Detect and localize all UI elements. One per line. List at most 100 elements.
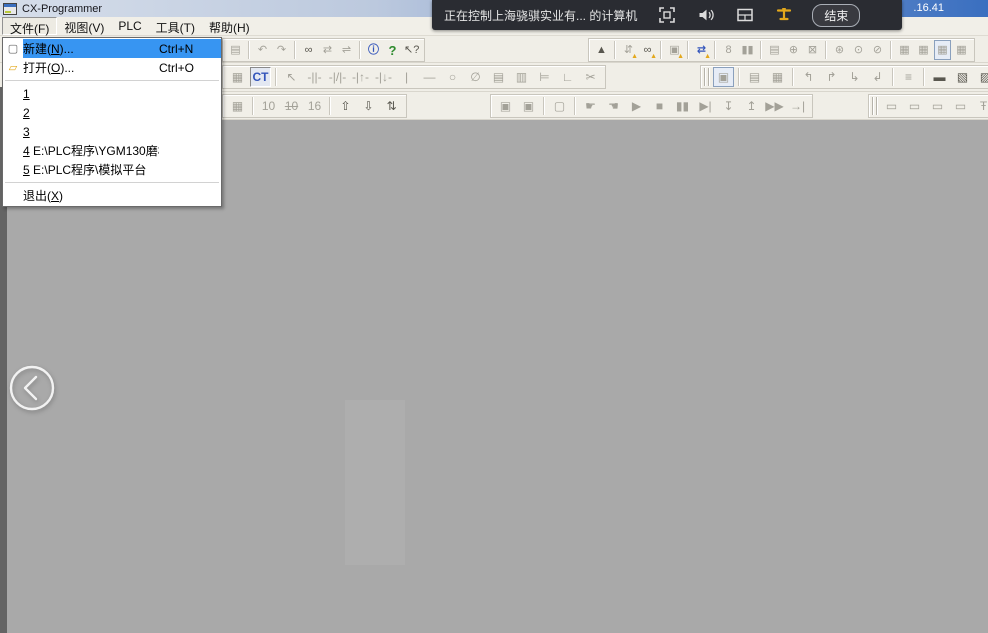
send-changes-icon[interactable]: ⊙ <box>850 40 867 60</box>
watch-window-icon[interactable]: ▬ <box>929 67 950 87</box>
menu-item-new[interactable]: ▢新建(N)...Ctrl+N <box>3 39 221 58</box>
io-rack3-icon[interactable]: ▦ <box>934 40 951 60</box>
window-cascade-icon[interactable]: ▣ <box>713 67 734 87</box>
fullscreen-icon[interactable] <box>657 5 677 25</box>
release-edit-icon[interactable]: ⊘ <box>869 40 886 60</box>
signed-decimal-icon[interactable]: 10 <box>281 96 302 116</box>
online-edit-icon[interactable]: ▣ <box>666 40 683 60</box>
new-fb-invoke-icon[interactable]: ▥ <box>511 67 532 87</box>
menu-item-recent-4[interactable]: 4 E:\PLC程序\YGM130磨机 <box>3 141 221 160</box>
scan-run-icon[interactable]: →| <box>787 96 808 116</box>
paste-symbol-icon[interactable]: ↰ <box>798 67 819 87</box>
pause-simulator-icon[interactable]: ▮▮ <box>672 96 693 116</box>
print-preview-icon[interactable]: ▤ <box>227 40 244 60</box>
stop-simulator-icon[interactable]: ■ <box>649 96 670 116</box>
menu-item-recent-1[interactable]: 1 <box>3 84 221 103</box>
block-comment-icon[interactable]: ▭ <box>927 96 948 116</box>
menu-plc[interactable]: PLC <box>111 17 148 35</box>
new-window-icon[interactable] <box>735 5 755 25</box>
move-symbol-icon[interactable]: ↲ <box>867 67 888 87</box>
step-out-icon[interactable]: ↥ <box>741 96 762 116</box>
compile-program-icon[interactable]: ▤ <box>766 40 783 60</box>
transfer-program-icon[interactable]: ⇄ <box>693 40 710 60</box>
new-coil-icon[interactable]: ○ <box>442 67 463 87</box>
context-help-icon[interactable]: ↖? <box>403 40 420 60</box>
io-rack2-icon[interactable]: ▦ <box>915 40 932 60</box>
new-or-closed-contact-icon[interactable]: -|↓- <box>373 67 394 87</box>
new-vertical-icon[interactable]: | <box>396 67 417 87</box>
grid-numbers-icon[interactable]: ▦ <box>227 67 248 87</box>
new-closed-coil-icon[interactable]: ∅ <box>465 67 486 87</box>
end-session-button[interactable]: 结束 <box>812 4 860 27</box>
speaker-icon[interactable] <box>696 5 716 25</box>
menu-item-recent-5[interactable]: 5 E:\PLC程序\模拟平台 <box>3 160 221 179</box>
new-or-contact-icon[interactable]: -|↑- <box>350 67 371 87</box>
menu-help[interactable]: 帮助(H) <box>202 17 257 35</box>
io-rack1-icon[interactable]: ▦ <box>896 40 913 60</box>
menu-tools[interactable]: 工具(T) <box>149 17 202 35</box>
grid-toggle-icon[interactable]: Ŧ <box>973 96 988 116</box>
help-icon[interactable]: ? <box>384 40 401 60</box>
new-horizontal-icon[interactable]: — <box>419 67 440 87</box>
copy-symbol-icon[interactable]: ↱ <box>821 67 842 87</box>
decimal-monitor-icon[interactable]: 10 <box>258 96 279 116</box>
rung-comment-icon[interactable]: ▭ <box>904 96 925 116</box>
back-overlay-button[interactable] <box>6 362 58 414</box>
toolbar-drag-handle[interactable] <box>704 68 709 86</box>
cross-reference-icon[interactable]: ▧ <box>952 67 973 87</box>
monitor-window-icon[interactable]: ▢ <box>549 96 570 116</box>
upload-icon[interactable]: ⇧ <box>335 96 356 116</box>
address-reference-icon[interactable]: ▨ <box>975 67 988 87</box>
menu-item-recent-3[interactable]: 3 <box>3 122 221 141</box>
compile-icon[interactable]: ▲ <box>593 40 610 60</box>
ladder-editor-icon[interactable]: CT <box>250 67 271 87</box>
monitor-io-icon[interactable]: ▭ <box>950 96 971 116</box>
menu-item-exit[interactable]: 退出(X) <box>3 186 221 205</box>
save-monitor-icon[interactable]: ▣ <box>495 96 516 116</box>
force-on-icon[interactable]: ☛ <box>580 96 601 116</box>
replace-all-icon[interactable]: ⇌ <box>338 40 355 60</box>
find-icon[interactable]: ∞ <box>300 40 317 60</box>
menu-file[interactable]: 文件(F) <box>2 17 57 35</box>
new-instruction-icon[interactable]: ▤ <box>488 67 509 87</box>
download-icon[interactable]: ⇩ <box>358 96 379 116</box>
layers-icon[interactable]: ▤ <box>744 67 765 87</box>
menu-item-open[interactable]: ▱打开(O)...Ctrl+O <box>3 58 221 77</box>
undo-icon[interactable]: ↶ <box>254 40 271 60</box>
work-online-icon[interactable]: ⇵ <box>620 40 637 60</box>
schedule-icon[interactable]: ▦ <box>767 67 788 87</box>
file-transfer-icon[interactable] <box>774 5 794 25</box>
delete-tool-icon[interactable]: ✂ <box>580 67 601 87</box>
corner-icon[interactable]: ∟ <box>557 67 578 87</box>
pause-icon[interactable]: ▮▮ <box>739 40 756 60</box>
io-comment1-icon[interactable]: ▭ <box>881 96 902 116</box>
symbol-list-icon[interactable]: ≡ <box>898 67 919 87</box>
print-monitor-icon[interactable]: ▣ <box>518 96 539 116</box>
go-online-edit-icon[interactable]: ⊛ <box>831 40 848 60</box>
step-run-icon[interactable]: ▶| <box>695 96 716 116</box>
run-simulator-icon[interactable]: ▶ <box>626 96 647 116</box>
find-replace-icon[interactable]: ⇄ <box>319 40 336 60</box>
menu-item-recent-2[interactable]: 2 <box>3 103 221 122</box>
validate-symbol-icon[interactable]: ↳ <box>844 67 865 87</box>
info-icon[interactable]: ⓘ <box>365 40 382 60</box>
online-edit-begin-icon[interactable]: ⊕ <box>785 40 802 60</box>
fb-parameter-icon[interactable]: ⊨ <box>534 67 555 87</box>
redo-icon[interactable]: ↷ <box>273 40 290 60</box>
select-arrow-icon[interactable]: ↖ <box>281 67 302 87</box>
step-in-icon[interactable]: ↧ <box>718 96 739 116</box>
online-edit-cancel-icon[interactable]: ⊠ <box>804 40 821 60</box>
hex-monitor-icon[interactable]: 16 <box>304 96 325 116</box>
continuous-step-icon[interactable]: ▶▶ <box>764 96 785 116</box>
pause-monitor-icon[interactable]: 8 <box>720 40 737 60</box>
toolbar-drag-handle[interactable] <box>872 97 877 115</box>
menu-view[interactable]: 视图(V) <box>57 17 111 35</box>
io-comment-view-icon[interactable]: ▦ <box>227 96 248 116</box>
monitor-mode-icon[interactable]: ∞ <box>639 40 656 60</box>
toolbar-group: ▭▭▭▭ŦŦ <box>868 94 988 118</box>
force-off-icon[interactable]: ☚ <box>603 96 624 116</box>
io-rack4-icon[interactable]: ▦ <box>953 40 970 60</box>
new-closed-contact-icon[interactable]: -|/|- <box>327 67 348 87</box>
new-contact-icon[interactable]: -||- <box>304 67 325 87</box>
compare-icon[interactable]: ⇅ <box>381 96 402 116</box>
